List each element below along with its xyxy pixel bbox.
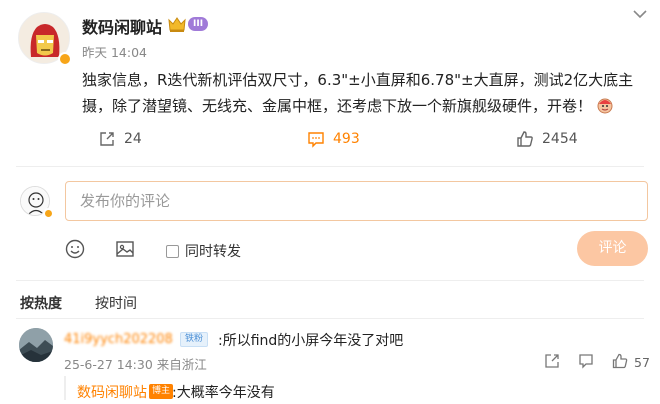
- comment-like-count: 57: [634, 355, 650, 370]
- thumbs-up-icon: [517, 131, 533, 147]
- submit-comment-button[interactable]: 评论: [577, 231, 648, 266]
- comment-icon: [308, 132, 324, 148]
- reply-author[interactable]: 数码闲聊站: [77, 382, 147, 402]
- divider: [16, 166, 644, 167]
- crown-icon: [168, 16, 186, 32]
- repost-button[interactable]: 24: [98, 128, 142, 150]
- chevron-down-icon[interactable]: [632, 8, 648, 20]
- emoji-picker-icon[interactable]: [64, 238, 86, 260]
- comment-text: :所以find的小屏今年没了对吧: [218, 333, 404, 349]
- reply-text: :大概率今年没有: [172, 385, 275, 401]
- like-count: 2454: [542, 131, 578, 147]
- repost-checkbox[interactable]: 同时转发: [166, 241, 241, 261]
- like-button[interactable]: 2454: [516, 128, 578, 150]
- thumbs-up-icon[interactable]: [612, 353, 628, 369]
- emoji-icon: [597, 98, 613, 114]
- fans-badge-label: 铁粉: [185, 334, 204, 344]
- tab-sort-time[interactable]: 按时间: [95, 293, 137, 313]
- comment-input[interactable]: 发布你的评论: [65, 181, 648, 221]
- author-name[interactable]: 数码闲聊站: [82, 14, 162, 38]
- landscape-avatar-icon: [19, 328, 53, 362]
- commenter-name[interactable]: 41i9yych202208: [64, 332, 173, 347]
- vip-badge[interactable]: III: [168, 15, 209, 33]
- repost-checkbox-label: 同时转发: [185, 244, 241, 260]
- checkbox-box[interactable]: [166, 244, 179, 258]
- divider: [16, 318, 644, 319]
- post-text: 独家信息，R迭代新机评估双尺寸，6.3"±小直屏和6.78"±大直屏，测试2亿大…: [82, 71, 634, 115]
- comment-button[interactable]: 493: [307, 128, 360, 150]
- repost-icon: [100, 132, 114, 146]
- reply-indent-line: [64, 376, 66, 400]
- verified-badge-icon: [43, 208, 54, 219]
- vip-level: III: [188, 17, 209, 31]
- divider: [16, 280, 644, 281]
- share-icon[interactable]: [544, 353, 560, 369]
- comment-count: 493: [333, 131, 360, 147]
- tab-sort-hot[interactable]: 按热度: [20, 293, 62, 313]
- commenter-avatar[interactable]: [19, 328, 53, 362]
- comment-meta: 25-6-27 14:30 来自浙江: [64, 357, 207, 372]
- post-time[interactable]: 昨天 14:04: [82, 42, 147, 61]
- author-badge: 博主: [149, 384, 174, 399]
- verified-badge-icon: [58, 52, 72, 66]
- fans-badge: 铁粉: [180, 332, 209, 347]
- post-content: 独家信息，R迭代新机评估双尺寸，6.3"±小直屏和6.78"±大直屏，测试2亿大…: [82, 67, 642, 119]
- repost-count: 24: [124, 131, 142, 147]
- reply-icon[interactable]: [578, 353, 594, 369]
- image-upload-icon[interactable]: [114, 238, 136, 260]
